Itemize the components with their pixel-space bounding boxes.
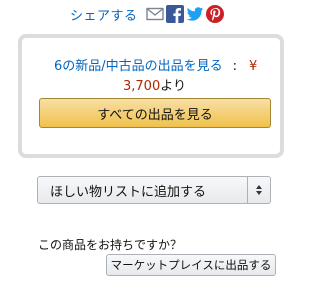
offer-price-line: 3,700より [123,75,186,94]
sell-on-marketplace-button[interactable]: マーケットプレイスに出品する [106,254,276,276]
see-all-offers-button[interactable]: すべての出品を見る [39,98,271,128]
twitter-icon[interactable] [186,5,204,23]
offer-separator: : [232,59,238,74]
dropdown-arrows-icon[interactable] [247,177,270,203]
facebook-icon[interactable] [165,5,184,23]
share-row: シェアする [70,4,226,24]
offer-price: 3,700 [123,79,161,94]
email-icon[interactable] [145,5,164,23]
offer-price-suffix: より [160,79,186,94]
currency-symbol: ¥ [249,59,258,74]
share-label: シェアする [70,8,138,24]
own-item-question: この商品をお持ちですか？ [38,238,183,252]
wishlist-label: ほしい物リストに追加する [50,184,207,200]
add-to-wishlist-dropdown[interactable]: ほしい物リストに追加する [37,176,271,204]
offer-box: 6の新品/中古品の出品を見る: ¥ 3,700より すべての出品を見る [18,34,284,158]
offers-link[interactable]: 6の新品/中古品の出品を見る [54,59,223,74]
offer-summary: 6の新品/中古品の出品を見る: ¥ [54,55,257,74]
pinterest-icon[interactable] [205,5,224,23]
